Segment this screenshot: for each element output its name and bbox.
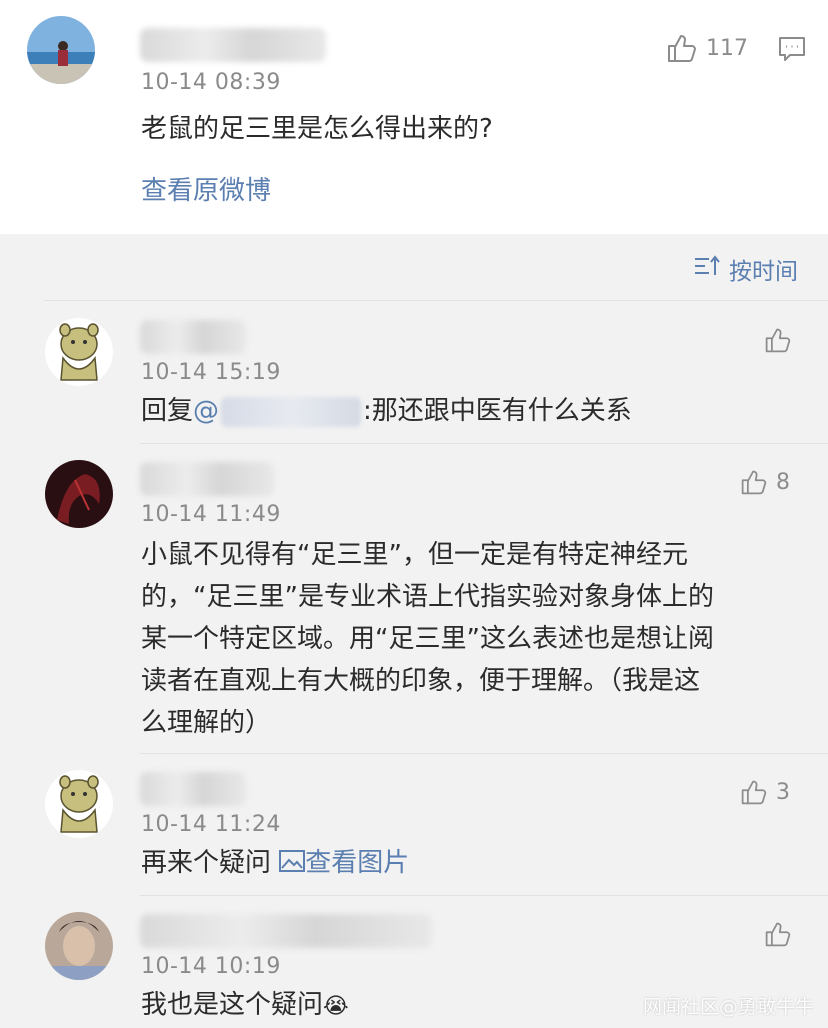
comment-body: :那还跟中医有什么关系 (363, 396, 632, 426)
comment-like-button[interactable] (764, 326, 792, 354)
divider (44, 300, 828, 301)
thumbs-up-icon (764, 920, 792, 948)
comment-like-button[interactable]: 8 (740, 468, 790, 496)
comment-line: 么理解的） (141, 708, 272, 738)
image-icon (279, 843, 306, 885)
reply-prefix: 回复 (141, 396, 194, 426)
comment-text: 再来个疑问 查看图片 (141, 842, 409, 885)
comment-body: 我也是这个疑问 (141, 990, 324, 1020)
sort-label: 按时间 (729, 259, 798, 285)
commenter-name-blurred[interactable] (140, 462, 274, 496)
comment-icon[interactable] (777, 34, 807, 68)
divider (140, 753, 828, 754)
thumbs-up-icon (740, 778, 768, 806)
commenter-name-blurred[interactable] (140, 320, 246, 354)
comment-time: 10-14 11:24 (141, 812, 281, 837)
thumbs-up-icon (666, 32, 698, 64)
comment-time: 10-14 11:49 (141, 502, 281, 527)
view-original-link[interactable]: 查看原微博 (141, 170, 271, 212)
sort-by-time-button[interactable]: 按时间 (693, 252, 798, 286)
comment-text: 回复@:那还跟中医有什么关系 (141, 390, 632, 432)
sort-icon (693, 254, 721, 284)
divider (140, 895, 828, 896)
original-post: 10-14 08:39 老鼠的足三里是怎么得出来的? 查看原微博 117 (0, 0, 828, 234)
comment-like-count: 8 (776, 469, 790, 495)
thumbs-up-icon (764, 326, 792, 354)
watermark: 网闻社区@勇敢牛牛 (642, 996, 814, 1018)
thumbs-up-icon (740, 468, 768, 496)
comment-time: 10-14 10:19 (141, 954, 281, 979)
commenter-avatar[interactable] (45, 318, 113, 386)
comment-like-count: 3 (776, 779, 790, 805)
post-like-button[interactable]: 117 (666, 32, 748, 64)
comment-line: 的，“足三里”是专业术语上代指实验对象身体上的 (141, 582, 714, 612)
post-author-name-blurred[interactable] (140, 28, 326, 62)
comment-text: 我也是这个疑问😭 (141, 984, 349, 1028)
comment-like-button[interactable]: 3 (740, 778, 790, 806)
comment-line: 小鼠不见得有“足三里”，但一定是有特定神经元 (141, 540, 688, 570)
commenter-avatar[interactable] (45, 770, 113, 838)
mention-link[interactable]: @ (193, 396, 363, 427)
commenter-name-blurred[interactable] (140, 772, 246, 806)
commenter-name-blurred[interactable] (140, 914, 432, 948)
comment-body: 再来个疑问 (141, 848, 272, 878)
comment-time: 10-14 15:19 (141, 360, 281, 385)
divider (140, 443, 828, 444)
commenter-avatar[interactable] (45, 912, 113, 980)
mention-name-blurred (221, 396, 362, 427)
post-author-avatar[interactable] (27, 16, 95, 84)
comment-line: 某一个特定区域。用“足三里”这么表述也是想让阅 (141, 624, 714, 654)
post-like-count: 117 (706, 35, 748, 61)
view-image-link[interactable]: 查看图片 (279, 848, 409, 878)
post-time: 10-14 08:39 (141, 70, 281, 95)
post-content: 老鼠的足三里是怎么得出来的? (141, 114, 493, 144)
comment-line: 读者在直观上有大概的印象，便于理解。（我是这 (141, 666, 701, 696)
crying-emoji-icon: 😭 (323, 994, 349, 1019)
commenter-avatar[interactable] (45, 460, 113, 528)
comment-text: 小鼠不见得有“足三里”，但一定是有特定神经元 的，“足三里”是专业术语上代指实验… (141, 534, 714, 744)
comment-like-button[interactable] (764, 920, 792, 948)
